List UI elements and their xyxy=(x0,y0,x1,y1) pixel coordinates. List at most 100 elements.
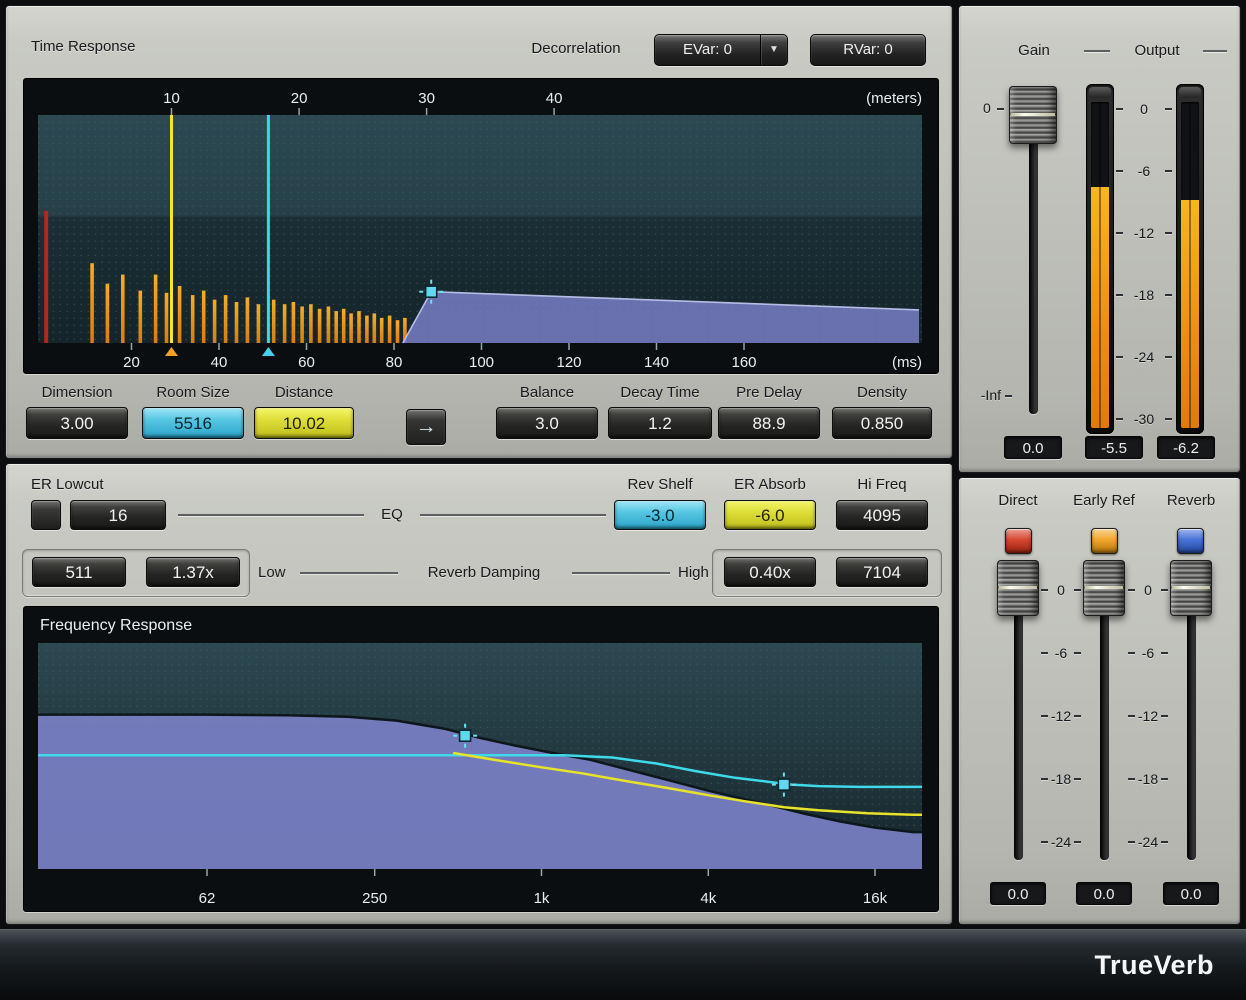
damping-high-ratio-display[interactable]: 0.40x xyxy=(724,557,816,587)
curve-handle[interactable] xyxy=(460,730,471,741)
er-absorb-value-display[interactable]: -6.0 xyxy=(724,500,816,530)
scale-label: -6 xyxy=(1142,645,1154,661)
scale-row: -12 xyxy=(1041,708,1081,724)
scale-row: -30 xyxy=(1116,411,1172,427)
pre-delay-value-display[interactable]: 88.9 xyxy=(718,407,820,439)
curve-handle[interactable] xyxy=(426,286,437,297)
svg-text:60: 60 xyxy=(298,354,315,371)
scale-label: -18 xyxy=(1138,771,1158,787)
reverb-label: Reverb xyxy=(1154,492,1228,509)
chevron-down-icon[interactable]: ▼ xyxy=(761,35,787,65)
scale-row: -6 xyxy=(1041,645,1081,661)
er-lowcut-value-display[interactable]: 16 xyxy=(70,500,166,530)
tick xyxy=(1128,841,1135,843)
reverb-mute-button[interactable] xyxy=(1177,528,1204,554)
hi-freq-value-display[interactable]: 4095 xyxy=(836,500,928,530)
room-size-value-display[interactable]: 5516 xyxy=(142,407,244,439)
scale-label: 0 xyxy=(1140,101,1148,117)
tick xyxy=(1074,778,1081,780)
balance-label: Balance xyxy=(496,384,598,401)
meter-fill-left xyxy=(1091,187,1109,428)
density-label: Density xyxy=(832,384,932,401)
room-size-label: Room Size xyxy=(142,384,244,401)
er-lowcut-toggle-button[interactable] xyxy=(31,500,61,530)
tick xyxy=(1128,589,1135,591)
rvar-button[interactable]: RVar: 0 xyxy=(810,34,926,66)
divider xyxy=(420,514,606,516)
reverb-fader-handle[interactable] xyxy=(1170,560,1212,616)
tick xyxy=(1116,108,1123,110)
link-arrow-button[interactable]: → xyxy=(406,409,446,445)
curve-handle[interactable] xyxy=(778,779,789,790)
density-value-display[interactable]: 0.850 xyxy=(832,407,932,439)
tick xyxy=(1116,294,1123,296)
distance-value-display[interactable]: 10.02 xyxy=(254,407,354,439)
dimension-label: Dimension xyxy=(26,384,128,401)
tick xyxy=(1128,778,1135,780)
scale-row: -12 xyxy=(1116,225,1172,241)
scale-label: -30 xyxy=(1134,411,1154,427)
evar-dropdown[interactable]: EVar: 0 ▼ xyxy=(654,34,788,66)
svg-text:250: 250 xyxy=(362,890,387,907)
scale-row: -6 xyxy=(1116,163,1172,179)
svg-text:1k: 1k xyxy=(534,890,550,907)
damping-low-ratio-display[interactable]: 1.37x xyxy=(146,557,240,587)
decay-time-value-display[interactable]: 1.2 xyxy=(608,407,712,439)
direct-readout[interactable]: 0.0 xyxy=(990,882,1046,905)
tick xyxy=(1165,108,1172,110)
gain-readout[interactable]: 0.0 xyxy=(1004,436,1062,459)
meter-well xyxy=(1181,102,1199,428)
tick xyxy=(1165,356,1172,358)
tick xyxy=(997,108,1004,110)
svg-text:62: 62 xyxy=(199,890,216,907)
mixer-scale-left: 0 -6 -12 -18 -24 xyxy=(1041,582,1081,850)
tick xyxy=(1074,589,1081,591)
scale-label: 0 xyxy=(1057,582,1065,598)
eq-label: EQ xyxy=(372,506,412,523)
gain-fader-handle[interactable] xyxy=(1009,86,1057,144)
direct-mute-button[interactable] xyxy=(1005,528,1032,554)
dimension-value-display[interactable]: 3.00 xyxy=(26,407,128,439)
scale-label: -12 xyxy=(1051,708,1071,724)
param-density: Density 0.850 xyxy=(832,384,932,439)
svg-text:100: 100 xyxy=(469,354,494,371)
rev-shelf-value-display[interactable]: -3.0 xyxy=(614,500,706,530)
tick xyxy=(1165,170,1172,172)
output-right-readout[interactable]: -6.2 xyxy=(1157,436,1215,459)
scale-label: -18 xyxy=(1051,771,1071,787)
output-left-readout[interactable]: -5.5 xyxy=(1085,436,1143,459)
scale-row: -24 xyxy=(1128,834,1168,850)
scale-row: -18 xyxy=(1116,287,1172,303)
scale-row: 0 xyxy=(1116,101,1172,117)
output-meter-scale: 0 -6 -12 -18 -24 -30 xyxy=(1116,101,1172,427)
early-ref-mute-button[interactable] xyxy=(1091,528,1118,554)
output-label: Output xyxy=(1117,42,1197,59)
scale-label: -6 xyxy=(1138,163,1150,179)
direct-fader-handle[interactable] xyxy=(997,560,1039,616)
eq-panel: ER Lowcut 16 EQ Rev Shelf -3.0 ER Absorb… xyxy=(5,463,953,925)
pre-delay-label: Pre Delay xyxy=(718,384,820,401)
scale-row: -18 xyxy=(1041,771,1081,787)
tick xyxy=(1041,652,1048,654)
decay-time-label: Decay Time xyxy=(608,384,712,401)
hi-freq-label: Hi Freq xyxy=(836,476,928,493)
rvar-value: RVar: 0 xyxy=(811,35,925,65)
gain-fader-track[interactable] xyxy=(1029,102,1038,414)
meter-cap xyxy=(1089,87,1111,98)
damping-low-freq-display[interactable]: 511 xyxy=(32,557,126,587)
meter-cap xyxy=(1179,87,1201,98)
scale-label: -12 xyxy=(1134,225,1154,241)
reverb-readout[interactable]: 0.0 xyxy=(1163,882,1219,905)
early-ref-readout[interactable]: 0.0 xyxy=(1076,882,1132,905)
tick xyxy=(1116,356,1123,358)
early-ref-fader-handle[interactable] xyxy=(1083,560,1125,616)
time-response-title: Time Response xyxy=(31,38,136,55)
balance-value-display[interactable]: 3.0 xyxy=(496,407,598,439)
frequency-response-graph[interactable]: 622501k4k16kFrequency Response xyxy=(23,606,939,912)
tick xyxy=(1074,841,1081,843)
high-label: High xyxy=(678,564,709,581)
decorrelation-label: Decorrelation xyxy=(506,40,646,57)
right-arrow-icon: → xyxy=(416,415,437,438)
time-response-graph[interactable]: 10203040(meters)20406080100120140160(ms) xyxy=(23,78,939,374)
damping-high-freq-display[interactable]: 7104 xyxy=(836,557,928,587)
